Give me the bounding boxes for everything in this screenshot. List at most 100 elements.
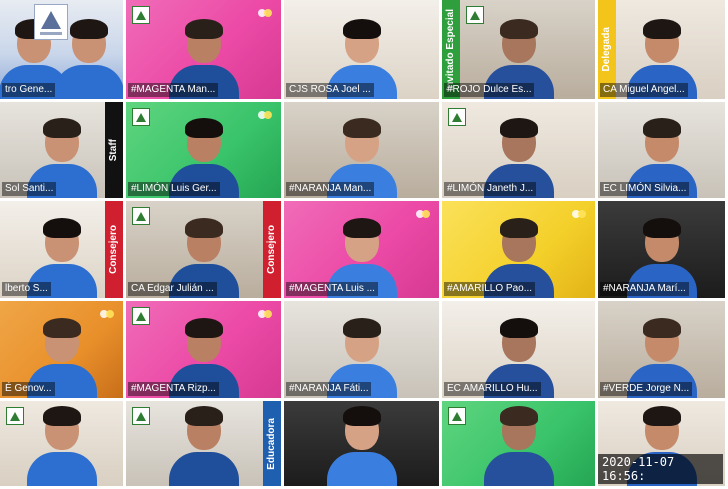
participant-tile[interactable]: Consejero lberto S... xyxy=(0,201,123,298)
participant-hair xyxy=(642,406,681,426)
participant-name-label: #AMARILLO Pao... xyxy=(444,282,536,296)
participant-shirt xyxy=(168,452,239,486)
participant-tile[interactable] xyxy=(0,401,123,486)
organization-logo-icon xyxy=(132,108,150,126)
participant-hair xyxy=(42,318,81,338)
participant-hair xyxy=(499,218,538,238)
participant-hair xyxy=(499,318,538,338)
participant-tile[interactable]: #VERDE Jorge N... xyxy=(598,301,725,398)
participant-shirt xyxy=(53,65,123,99)
participant-hair xyxy=(342,19,381,39)
participant-video xyxy=(26,406,97,486)
participant-hair xyxy=(342,318,381,338)
participant-video xyxy=(483,406,554,486)
participant-hair xyxy=(184,19,223,39)
participant-hair xyxy=(342,406,381,426)
participant-shirt xyxy=(26,452,97,486)
participant-hair xyxy=(499,118,538,138)
role-banner-label: Delegada xyxy=(600,27,612,72)
participant-video xyxy=(326,406,397,486)
participant-hair xyxy=(69,19,108,39)
participant-tile[interactable]: #NARANJA Fáti... xyxy=(284,301,439,398)
participant-name-label: CA Miguel Angel... xyxy=(600,83,688,97)
participant-tile[interactable]: EC AMARILLO Hu... xyxy=(442,301,595,398)
participant-tile[interactable]: Educadora xyxy=(126,401,281,486)
participant-name-label: #MAGENTA Rizp... xyxy=(128,382,219,396)
participant-tile[interactable]: É Genov... xyxy=(0,301,123,398)
participant-hair xyxy=(499,406,538,426)
participant-name-label: #MAGENTA Luis ... xyxy=(286,282,378,296)
participant-tile[interactable]: #LIMÓN Luis Ger... xyxy=(126,102,281,198)
role-banner: Staff xyxy=(105,102,123,198)
role-banner-label: Consejero xyxy=(265,225,277,274)
participant-tile[interactable]: #MAGENTA Rizp... xyxy=(126,301,281,398)
participant-name-label: CJS ROSA Joel ... xyxy=(286,83,374,97)
participant-hair xyxy=(342,218,381,238)
organization-logo-icon xyxy=(132,407,150,425)
participant-tile[interactable] xyxy=(442,401,595,486)
participant-name-label: #NARANJA Marí... xyxy=(600,282,689,296)
participant-tile[interactable]: #AMARILLO Pao... xyxy=(442,201,595,298)
participant-tile[interactable]: #MAGENTA Man... xyxy=(126,0,281,99)
participant-tile[interactable]: #MAGENTA Luis ... xyxy=(284,201,439,298)
sticker-icon xyxy=(257,6,273,20)
participant-name-label: #MAGENTA Man... xyxy=(128,83,219,97)
participant-video xyxy=(168,406,239,486)
participant-name-label: lberto S... xyxy=(2,282,51,296)
participant-tile[interactable]: Staff Sol Santi... xyxy=(0,102,123,198)
participant-name-label: #NARANJA Fáti... xyxy=(286,382,372,396)
participant-name-label: #LIMÓN Luis Ger... xyxy=(128,182,220,196)
participant-tile[interactable]: Delegada CA Miguel Angel... xyxy=(598,0,725,99)
participant-hair xyxy=(184,406,223,426)
participant-name-label: #ROJO Dulce Es... xyxy=(444,83,535,97)
sticker-icon xyxy=(99,307,115,321)
role-banner-label: Educadora xyxy=(265,417,277,470)
role-banner: Educadora xyxy=(263,401,281,486)
participant-tile[interactable]: CJS ROSA Joel ... xyxy=(284,0,439,99)
event-logo-icon xyxy=(34,4,68,40)
participant-hair xyxy=(642,318,681,338)
participant-tile[interactable]: tro Gene... xyxy=(0,0,123,99)
organization-logo-icon xyxy=(6,407,24,425)
participant-name-label: #NARANJA Man... xyxy=(286,182,375,196)
participant-hair xyxy=(342,118,381,138)
participant-shirt xyxy=(326,452,397,486)
participant-name-label: Sol Santi... xyxy=(2,182,57,196)
participant-hair xyxy=(642,19,681,39)
role-banner: Consejero xyxy=(263,201,281,298)
participant-name-label: tro Gene... xyxy=(2,83,56,97)
participant-tile[interactable] xyxy=(284,401,439,486)
participant-tile[interactable]: EC LIMÓN Silvia... xyxy=(598,102,725,198)
sticker-icon xyxy=(571,207,587,221)
participant-tile[interactable]: 2020-11-07 16:56: xyxy=(598,401,725,486)
recording-timestamp: 2020-11-07 16:56: xyxy=(598,454,723,484)
sticker-icon xyxy=(257,108,273,122)
participant-tile[interactable]: #NARANJA Man... xyxy=(284,102,439,198)
participant-tile[interactable]: Consejero CA Edgar Julián ... xyxy=(126,201,281,298)
sticker-icon xyxy=(257,307,273,321)
organization-logo-icon xyxy=(132,207,150,225)
role-banner-label: Staff xyxy=(107,138,119,162)
participant-tile[interactable]: Invitado Especial #ROJO Dulce Es... xyxy=(442,0,595,99)
participant-hair xyxy=(184,118,223,138)
participant-hair xyxy=(642,118,681,138)
sticker-icon xyxy=(415,207,431,221)
video-gallery-grid: tro Gene... #MAGENTA Man... CJS ROSA Joel … xyxy=(0,0,728,489)
participant-name-label: EC LIMÓN Silvia... xyxy=(600,182,690,196)
participant-hair xyxy=(42,218,81,238)
organization-logo-icon xyxy=(466,6,484,24)
participant-name-label: EC AMARILLO Hu... xyxy=(444,382,541,396)
participant-hair xyxy=(184,318,223,338)
participant-tile[interactable]: #LIMÓN Janeth J... xyxy=(442,102,595,198)
participant-hair xyxy=(42,406,81,426)
participant-hair xyxy=(42,118,81,138)
participant-tile[interactable]: #NARANJA Marí... xyxy=(598,201,725,298)
participant-hair xyxy=(499,19,538,39)
participant-shirt xyxy=(483,452,554,486)
role-banner-label: Invitado Especial xyxy=(444,8,456,91)
role-banner: Consejero xyxy=(105,201,123,298)
participant-hair xyxy=(184,218,223,238)
organization-logo-icon xyxy=(448,407,466,425)
participant-name-label: CA Edgar Julián ... xyxy=(128,282,217,296)
organization-logo-icon xyxy=(448,108,466,126)
